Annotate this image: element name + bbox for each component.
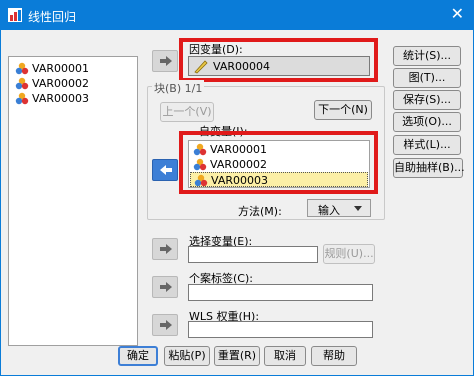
ruler-scale-icon — [194, 60, 208, 74]
title-bar: 线性回归 ✕ — [0, 0, 474, 30]
close-icon[interactable]: ✕ — [451, 5, 464, 23]
variable-name: VAR00002 — [32, 77, 89, 90]
arrow-right-icon — [160, 244, 172, 254]
list-item-selected[interactable]: VAR00003 — [190, 172, 368, 187]
dependent-value: VAR00004 — [213, 60, 270, 73]
style-button[interactable]: 样式(L)... — [393, 135, 461, 155]
chevron-down-icon — [354, 206, 362, 211]
dependent-label: 因变量(D): — [189, 43, 243, 56]
previous-block-button[interactable]: 上一个(V) — [160, 102, 214, 122]
block-label: 块(B) 1/1 — [152, 80, 205, 96]
ok-button[interactable]: 确定 — [118, 346, 158, 366]
variable-name: VAR00001 — [210, 143, 267, 156]
move-to-independent-button[interactable] — [152, 159, 178, 181]
bootstrap-button[interactable]: 自助抽样(B)... — [393, 158, 465, 178]
selection-field[interactable] — [188, 246, 318, 263]
move-to-dependent-button[interactable] — [152, 50, 178, 72]
move-to-selection-button[interactable] — [152, 238, 178, 260]
help-button[interactable]: 帮助 — [311, 346, 357, 366]
variable-name: VAR00003 — [211, 174, 268, 187]
rule-button[interactable]: 规则(U)... — [323, 244, 375, 264]
paste-button[interactable]: 粘贴(P) — [164, 346, 210, 366]
reset-button[interactable]: 重置(R) — [214, 346, 260, 366]
variable-name: VAR00001 — [32, 62, 89, 75]
wls-field[interactable] — [188, 321, 373, 338]
arrow-left-icon — [160, 165, 172, 175]
move-to-wls-button[interactable] — [152, 314, 178, 336]
window-title: 线性回归 — [28, 10, 77, 24]
scale-variable-icon — [193, 143, 207, 156]
options-button[interactable]: 选项(O)... — [393, 112, 461, 132]
scale-variable-icon — [15, 62, 29, 75]
method-label: 方法(M): — [238, 205, 282, 218]
regression-app-icon — [8, 8, 22, 22]
arrow-right-icon — [160, 282, 172, 292]
method-value: 输入 — [318, 204, 340, 217]
independent-list[interactable]: VAR00001 VAR00002 VAR00003 — [188, 140, 370, 188]
variable-name: VAR00002 — [210, 158, 267, 171]
source-variable-list[interactable]: VAR00001 VAR00002 VAR00003 — [8, 56, 138, 346]
next-block-button[interactable]: 下一个(N) — [314, 100, 372, 120]
arrow-right-icon — [160, 320, 172, 330]
scale-variable-icon — [193, 158, 207, 171]
scale-variable-icon — [15, 92, 29, 105]
method-select[interactable]: 输入 — [307, 199, 371, 217]
save-button[interactable]: 保存(S)... — [393, 90, 461, 110]
variable-name: VAR00003 — [32, 92, 89, 105]
scale-variable-icon — [15, 77, 29, 90]
statistics-button[interactable]: 统计(S)... — [393, 46, 461, 66]
plots-button[interactable]: 图(T)... — [393, 68, 461, 88]
scale-variable-icon — [194, 174, 208, 187]
cancel-button[interactable]: 取消 — [264, 346, 306, 366]
case-label-field[interactable] — [188, 284, 373, 301]
move-to-case-label-button[interactable] — [152, 276, 178, 298]
arrow-right-icon — [160, 56, 172, 66]
dependent-field[interactable]: VAR00004 — [188, 56, 370, 76]
